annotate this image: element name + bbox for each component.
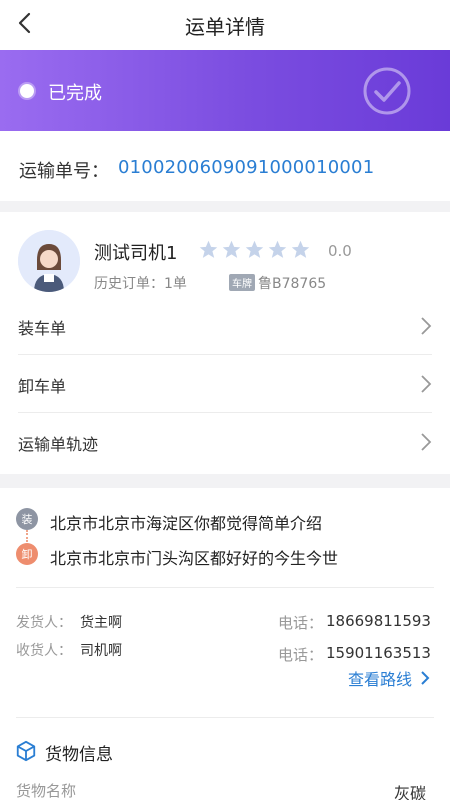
cargo-section: 货物信息 货物名称 灰碳 xyxy=(0,728,450,800)
nav-bar: 运单详情 xyxy=(0,0,450,48)
star-icon xyxy=(245,240,264,258)
menu-item-label: 卸车单 xyxy=(18,377,67,396)
chevron-right-icon xyxy=(421,671,430,685)
chevron-right-icon xyxy=(421,317,432,335)
star-icon xyxy=(199,240,218,258)
shipper-label: 发货人： xyxy=(16,615,72,631)
cargo-name-value: 灰碳 xyxy=(393,784,426,800)
shipper-phone[interactable]: 18669811593 xyxy=(326,612,431,630)
route-connector xyxy=(26,530,28,542)
view-route-label: 查看路线 xyxy=(347,670,412,689)
cube-icon xyxy=(16,740,36,762)
check-circle-icon xyxy=(363,67,411,115)
chevron-right-icon xyxy=(421,375,432,393)
receiver-phone[interactable]: 15901163513 xyxy=(326,644,431,662)
route-card: 装 北京市北京市海淀区你都觉得简单介绍 卸 北京市北京市门头沟区都好好的今生今世… xyxy=(0,488,450,718)
license-plate: 鲁B78765 xyxy=(258,276,327,292)
unload-badge: 卸 xyxy=(16,543,38,565)
avatar xyxy=(18,230,80,292)
rating-stars xyxy=(198,239,311,260)
cargo-title: 货物信息 xyxy=(45,745,113,765)
history-orders: 历史订单：1单 xyxy=(94,276,187,292)
star-icon xyxy=(291,240,310,258)
rating-value: 0.0 xyxy=(328,242,352,260)
status-banner: 已完成 xyxy=(0,50,450,131)
page-title: 运单详情 xyxy=(185,15,265,39)
order-number-row: 运输单号： 01002006090910000100​01 xyxy=(0,131,450,201)
load-badge: 装 xyxy=(16,508,38,530)
load-address: 北京市北京市海淀区你都觉得简单介绍 xyxy=(50,514,323,533)
divider xyxy=(16,587,434,588)
menu-item-label: 运输单轨迹 xyxy=(18,435,99,454)
plate-tag-badge: 车牌 xyxy=(229,274,255,291)
shipper-phone-label: 电话： xyxy=(278,614,324,632)
receiver-label: 收货人： xyxy=(16,643,72,659)
star-icon xyxy=(268,240,287,258)
menu-item-track[interactable]: 运输单轨迹 xyxy=(0,413,450,471)
section-gap xyxy=(0,201,450,212)
chevron-right-icon xyxy=(421,433,432,451)
menu-item-unloading-sheet[interactable]: 卸车单 xyxy=(0,355,450,413)
order-number-label: 运输单号： xyxy=(19,161,109,182)
shipper-name: 货主啊 xyxy=(80,615,122,631)
menu-item-loading-sheet[interactable]: 装车单 xyxy=(0,297,450,355)
status-dot-icon xyxy=(20,84,34,98)
order-number-value: 01002006090910000100​01 xyxy=(118,157,375,178)
driver-card: 测试司机1 0.0 历史订单：1单 车牌 鲁B78765 xyxy=(0,212,450,307)
divider xyxy=(16,717,434,718)
driver-avatar-icon xyxy=(18,230,80,292)
star-icon xyxy=(222,240,241,258)
unload-address: 北京市北京市门头沟区都好好的今生今世 xyxy=(50,549,339,568)
driver-name: 测试司机1 xyxy=(94,243,178,264)
receiver-phone-label: 电话： xyxy=(278,646,324,664)
status-text: 已完成 xyxy=(48,83,102,104)
receiver-name: 司机啊 xyxy=(80,643,122,659)
section-gap xyxy=(0,474,450,488)
menu-item-label: 装车单 xyxy=(18,319,67,338)
view-route-button[interactable]: 查看路线 xyxy=(348,666,430,690)
cargo-name-label: 货物名称 xyxy=(16,782,77,800)
